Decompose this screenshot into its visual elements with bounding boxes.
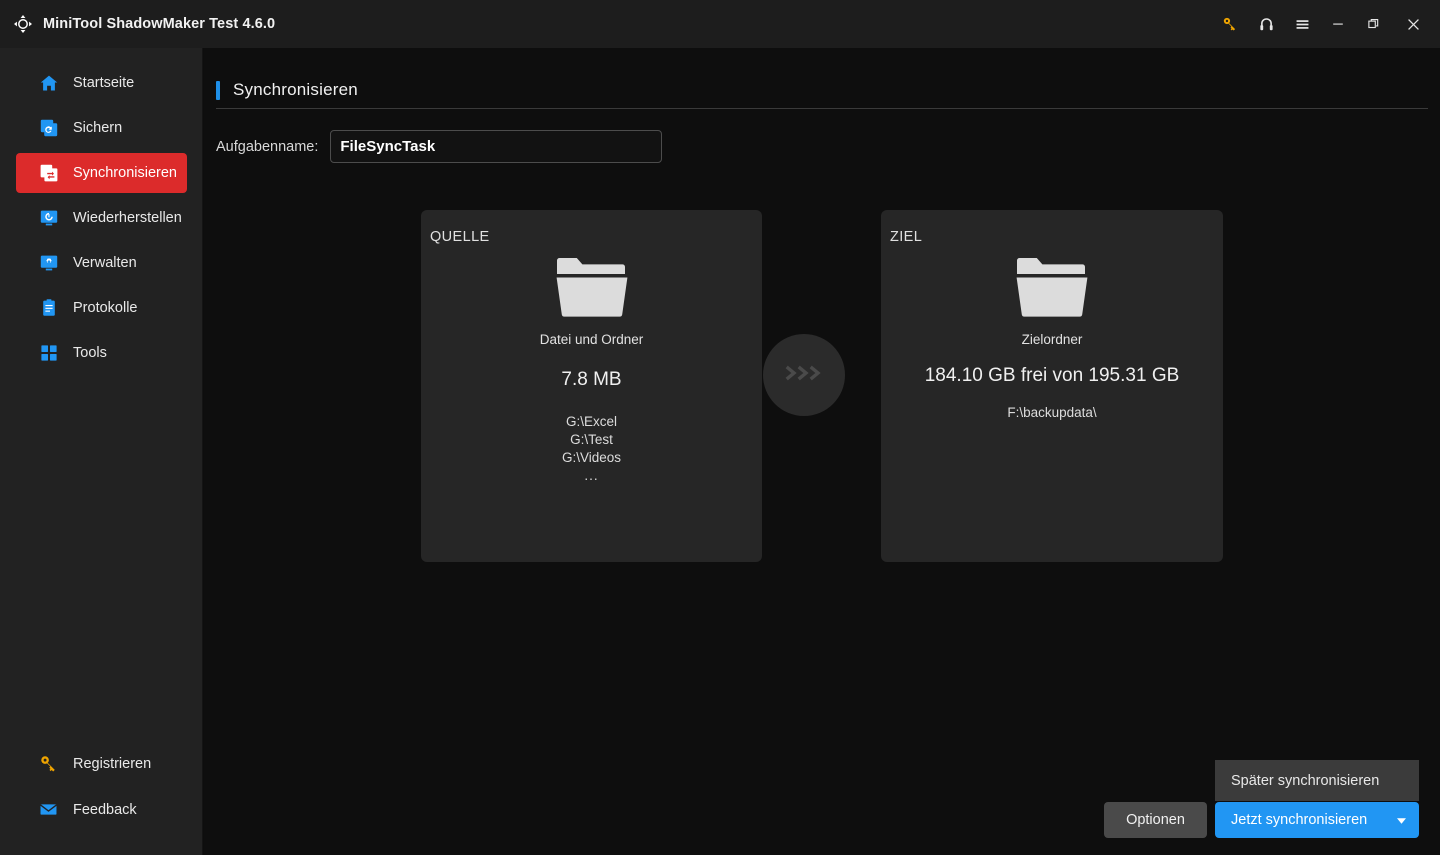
headset-icon[interactable] xyxy=(1248,0,1284,48)
mail-icon xyxy=(39,800,59,820)
source-paths-more: ... xyxy=(584,468,599,483)
sidebar-item-label: Startseite xyxy=(73,75,135,91)
hamburger-menu-icon[interactable] xyxy=(1284,0,1320,48)
source-caption: QUELLE xyxy=(430,229,490,245)
title-bar: MiniTool ShadowMaker Test 4.6.0 xyxy=(0,0,1440,48)
options-button[interactable]: Optionen xyxy=(1104,802,1207,838)
sidebar-item-synchronisieren[interactable]: Synchronisieren xyxy=(16,153,187,193)
tools-grid-icon xyxy=(39,343,59,363)
title-bar-controls xyxy=(1212,0,1440,48)
sidebar-bottom-nav: Registrieren Feedback xyxy=(0,744,203,836)
title-bar-left: MiniTool ShadowMaker Test 4.6.0 xyxy=(0,13,275,35)
sidebar-item-label: Protokolle xyxy=(73,300,138,316)
source-panel[interactable]: QUELLE Datei und Ordner 7.8 MB G:\Excel … xyxy=(421,210,762,562)
sidebar-item-registrieren[interactable]: Registrieren xyxy=(16,744,187,784)
list-item: G:\Excel xyxy=(565,414,617,429)
sidebar-item-label: Wiederherstellen xyxy=(73,210,182,226)
main-content: Synchronisieren Aufgabenname: QUELLE xyxy=(204,48,1440,855)
sidebar-item-sichern[interactable]: Sichern xyxy=(16,108,187,148)
list-item: G:\Videos xyxy=(561,450,622,465)
page-header: Synchronisieren xyxy=(216,80,358,100)
caret-down-icon[interactable] xyxy=(1397,811,1406,829)
key-icon[interactable] xyxy=(1212,0,1248,48)
source-paths-list: G:\Excel G:\Test G:\Videos ... xyxy=(562,413,621,485)
sidebar: Startseite Sichern Synchronisieren Wiede… xyxy=(0,48,203,855)
target-panel[interactable]: ZIEL Zielordner 184.10 GB frei von 195.3… xyxy=(881,210,1223,562)
triple-chevron-right-icon xyxy=(782,363,826,388)
manage-gear-monitor-icon xyxy=(39,253,59,273)
restore-icon[interactable] xyxy=(1356,0,1392,48)
task-name-label: Aufgabenname: xyxy=(216,138,319,155)
task-name-input[interactable] xyxy=(330,130,663,163)
folder-icon xyxy=(1015,256,1089,318)
target-panel-body: Zielordner 184.10 GB frei von 195.31 GB … xyxy=(881,256,1223,422)
source-panel-body: Datei und Ordner 7.8 MB G:\Excel G:\Test… xyxy=(421,256,762,485)
sync-now-label: Jetzt synchronisieren xyxy=(1231,812,1368,828)
sidebar-item-startseite[interactable]: Startseite xyxy=(16,63,187,103)
sidebar-item-feedback[interactable]: Feedback xyxy=(16,790,187,830)
target-path: F:\backupdata\ xyxy=(1007,405,1097,420)
sidebar-nav: Startseite Sichern Synchronisieren Wiede… xyxy=(0,63,203,378)
restore-monitor-icon xyxy=(39,208,59,228)
sidebar-item-label: Sichern xyxy=(73,120,123,136)
sync-direction-indicator xyxy=(763,334,845,416)
list-item: G:\Test xyxy=(570,432,613,447)
close-icon[interactable] xyxy=(1392,0,1434,48)
app-window: MiniTool ShadowMaker Test 4.6.0 Startsei… xyxy=(0,0,1440,855)
source-size-label: 7.8 MB xyxy=(561,369,622,390)
task-name-row: Aufgabenname: xyxy=(216,130,663,163)
source-type-label: Datei und Ordner xyxy=(539,332,644,347)
sidebar-item-label: Verwalten xyxy=(73,255,137,271)
sidebar-item-wiederherstellen[interactable]: Wiederherstellen xyxy=(16,198,187,238)
sidebar-item-label: Feedback xyxy=(73,802,137,818)
backup-icon xyxy=(39,118,59,138)
sync-icon xyxy=(39,163,59,183)
sync-now-button[interactable]: Jetzt synchronisieren xyxy=(1215,802,1419,838)
sidebar-item-label: Registrieren xyxy=(73,756,152,772)
sidebar-item-label: Synchronisieren xyxy=(73,165,177,181)
page-title-accent-bar xyxy=(216,80,220,100)
sync-dropdown-menu[interactable]: Später synchronisieren xyxy=(1215,760,1419,801)
sync-panels: QUELLE Datei und Ordner 7.8 MB G:\Excel … xyxy=(204,210,1440,562)
app-title: MiniTool ShadowMaker Test 4.6.0 xyxy=(43,16,276,32)
page-title: Synchronisieren xyxy=(233,80,358,99)
menu-item-sync-later[interactable]: Später synchronisieren xyxy=(1231,773,1379,789)
minimize-icon[interactable] xyxy=(1320,0,1356,48)
home-icon xyxy=(39,73,59,93)
target-type-label: Zielordner xyxy=(1021,332,1083,347)
sidebar-item-tools[interactable]: Tools xyxy=(16,333,187,373)
sidebar-item-protokolle[interactable]: Protokolle xyxy=(16,288,187,328)
sidebar-item-verwalten[interactable]: Verwalten xyxy=(16,243,187,283)
sidebar-item-label: Tools xyxy=(73,345,107,361)
header-divider xyxy=(216,108,1428,109)
folder-icon xyxy=(555,256,629,318)
target-capacity-label: 184.10 GB frei von 195.31 GB xyxy=(924,365,1180,386)
key-icon xyxy=(39,754,59,774)
sync-arrows-logo-icon xyxy=(12,13,34,35)
target-caption: ZIEL xyxy=(890,229,923,245)
logs-clipboard-icon xyxy=(39,298,59,318)
